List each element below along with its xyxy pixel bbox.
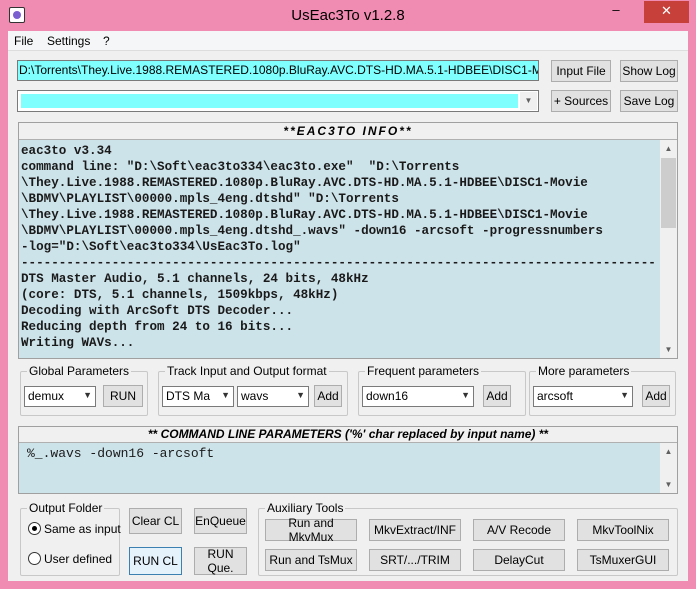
sources-highlight — [21, 94, 518, 108]
chevron-down-icon: ▼ — [461, 390, 470, 400]
frequent-parameters-label: Frequent parameters — [365, 364, 482, 378]
scroll-thumb[interactable] — [661, 158, 676, 228]
menu-file[interactable]: File — [14, 34, 33, 48]
clear-cl-button[interactable]: Clear CL — [129, 508, 182, 534]
scroll-down-icon[interactable]: ▼ — [660, 341, 677, 358]
enqueue-button[interactable]: EnQueue — [194, 508, 247, 534]
track-add-button[interactable]: Add — [314, 385, 342, 407]
eac3to-info-panel: **EAC3TO INFO** eac3to v3.34 command lin… — [18, 122, 678, 359]
global-parameters-label: Global Parameters — [27, 364, 132, 378]
scroll-down-icon[interactable]: ▼ — [520, 92, 537, 110]
app-window: UsEac3To v1.2.8 – ✕ File Settings ? D:\T… — [0, 0, 696, 589]
more-parameters-select[interactable]: arcsoft ▼ — [533, 386, 633, 407]
same-as-input-label[interactable]: Same as input — [44, 522, 121, 536]
cmd-scrollbar[interactable]: ▲ ▼ — [660, 443, 677, 493]
client-area: File Settings ? D:\Torrents\They.Live.19… — [8, 31, 688, 581]
menu-help[interactable]: ? — [103, 34, 110, 48]
run-and-mkvmux-button[interactable]: Run and MkvMux — [265, 516, 357, 544]
track-format-group: Track Input and Output format DTS Ma ▼ w… — [158, 364, 348, 416]
scroll-up-icon[interactable]: ▲ — [660, 140, 677, 157]
chevron-down-icon: ▼ — [296, 390, 305, 400]
more-parameters-group: More parameters arcsoft ▼ Add — [529, 364, 676, 416]
run-queue-button[interactable]: RUN Que. — [194, 547, 247, 575]
track-input-value: DTS Ma — [166, 389, 211, 403]
close-button[interactable]: ✕ — [644, 1, 689, 23]
scroll-down-icon[interactable]: ▼ — [660, 476, 677, 493]
chevron-down-icon: ▼ — [620, 390, 629, 400]
global-parameters-select[interactable]: demux ▼ — [24, 386, 96, 407]
input-file-button[interactable]: Input File — [551, 60, 611, 82]
mkvextract-inf-button[interactable]: MkvExtract/INF — [369, 519, 461, 541]
command-line-header: ** COMMAND LINE PARAMETERS ('%' char rep… — [19, 427, 677, 443]
user-defined-label[interactable]: User defined — [44, 552, 112, 566]
more-parameters-label: More parameters — [536, 364, 632, 378]
command-line-panel: ** COMMAND LINE PARAMETERS ('%' char rep… — [18, 426, 678, 494]
mkvtoolnix-button[interactable]: MkvToolNix — [577, 519, 669, 541]
info-scrollbar[interactable]: ▲ ▼ — [660, 140, 677, 358]
frequent-add-button[interactable]: Add — [483, 385, 511, 407]
save-log-button[interactable]: Save Log — [620, 90, 678, 112]
menu-settings[interactable]: Settings — [47, 34, 90, 48]
more-add-button[interactable]: Add — [642, 385, 670, 407]
delaycut-button[interactable]: DelayCut — [473, 549, 565, 571]
more-parameters-value: arcsoft — [537, 389, 574, 403]
menu-bar: File Settings ? — [8, 31, 688, 51]
frequent-parameters-select[interactable]: down16 ▼ — [362, 386, 474, 407]
add-sources-button[interactable]: + Sources — [551, 90, 611, 112]
sources-field[interactable]: ▼ — [17, 90, 539, 112]
global-run-button[interactable]: RUN — [103, 385, 143, 407]
scroll-up-icon[interactable]: ▲ — [660, 443, 677, 460]
same-as-input-radio[interactable] — [28, 522, 41, 535]
auxiliary-tools-label: Auxiliary Tools — [265, 501, 346, 515]
minimize-button[interactable]: – — [602, 0, 630, 22]
output-folder-group: Output Folder Same as input User defined — [20, 501, 121, 576]
info-header: **EAC3TO INFO** — [19, 123, 677, 140]
input-path-field[interactable]: D:\Torrents\They.Live.1988.REMASTERED.10… — [17, 60, 539, 81]
run-cl-button[interactable]: RUN CL — [129, 547, 182, 575]
run-and-tsmux-button[interactable]: Run and TsMux — [265, 549, 357, 571]
auxiliary-tools-group: Auxiliary Tools Run and MkvMux MkvExtrac… — [258, 501, 678, 576]
title-bar: UsEac3To v1.2.8 – ✕ — [0, 0, 696, 31]
track-output-select[interactable]: wavs ▼ — [237, 386, 309, 407]
chevron-down-icon: ▼ — [83, 390, 92, 400]
track-format-label: Track Input and Output format — [165, 364, 329, 378]
chevron-down-icon: ▼ — [221, 390, 230, 400]
show-log-button[interactable]: Show Log — [620, 60, 678, 82]
user-defined-radio[interactable] — [28, 552, 41, 565]
command-line-text[interactable]: %_.wavs -down16 -arcsoft — [19, 443, 660, 493]
av-recode-button[interactable]: A/V Recode — [473, 519, 565, 541]
track-output-value: wavs — [241, 389, 269, 403]
tsmuxergui-button[interactable]: TsMuxerGUI — [577, 549, 669, 571]
track-input-select[interactable]: DTS Ma ▼ — [162, 386, 234, 407]
info-log-text[interactable]: eac3to v3.34 command line: "D:\Soft\eac3… — [19, 140, 660, 358]
global-parameters-group: Global Parameters demux ▼ RUN — [20, 364, 148, 416]
frequent-parameters-value: down16 — [366, 389, 409, 403]
global-parameters-value: demux — [28, 389, 65, 403]
frequent-parameters-group: Frequent parameters down16 ▼ Add — [358, 364, 526, 416]
window-title: UsEac3To v1.2.8 — [291, 7, 405, 24]
srt-trim-button[interactable]: SRT/.../TRIM — [369, 549, 461, 571]
output-folder-label: Output Folder — [27, 501, 105, 515]
